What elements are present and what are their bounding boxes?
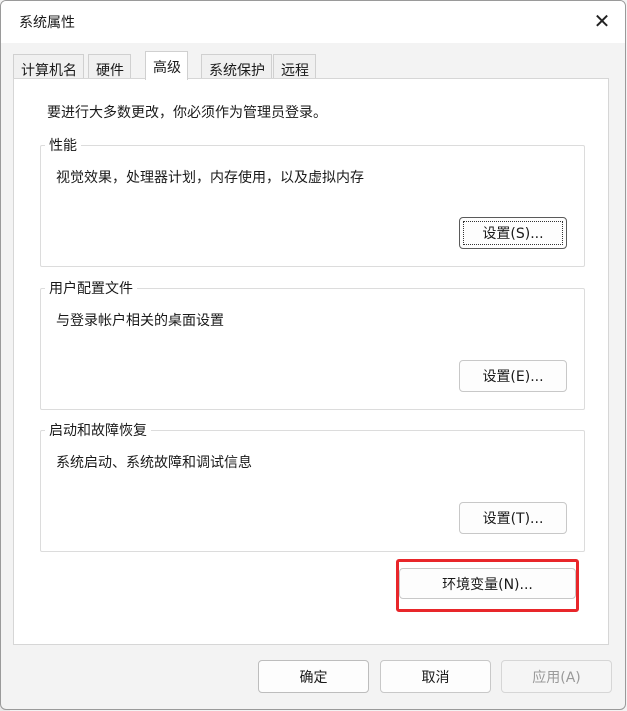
admin-note: 要进行大多数更改，你必须作为管理员登录。 <box>47 105 327 121</box>
ok-button[interactable]: 确定 <box>258 660 369 693</box>
highlight-annotation-box <box>396 559 579 612</box>
performance-group: 性能 视觉效果，处理器计划，内存使用，以及虚拟内存 设置(S)... <box>40 135 585 267</box>
user-profiles-description: 与登录帐户相关的桌面设置 <box>56 313 224 329</box>
tab-system-protection[interactable]: 系统保护 <box>201 54 272 79</box>
startup-recovery-title: 启动和故障恢复 <box>45 420 151 440</box>
startup-recovery-group: 启动和故障恢复 系统启动、系统故障和调试信息 设置(T)... <box>40 420 585 552</box>
startup-recovery-settings-button[interactable]: 设置(T)... <box>459 502 567 534</box>
tab-remote[interactable]: 远程 <box>273 54 316 79</box>
cancel-button[interactable]: 取消 <box>380 660 491 693</box>
tab-computer-name[interactable]: 计算机名 <box>13 54 84 79</box>
user-profiles-group: 用户配置文件 与登录帐户相关的桌面设置 设置(E)... <box>40 278 585 410</box>
performance-description: 视觉效果，处理器计划，内存使用，以及虚拟内存 <box>56 170 364 186</box>
user-profiles-settings-button[interactable]: 设置(E)... <box>459 360 567 392</box>
window-title: 系统属性 <box>19 15 75 31</box>
tab-advanced[interactable]: 高级 <box>145 51 188 80</box>
apply-button[interactable]: 应用(A) <box>501 660 612 693</box>
performance-title: 性能 <box>45 135 81 155</box>
startup-recovery-description: 系统启动、系统故障和调试信息 <box>56 455 252 471</box>
title-bar: 系统属性 ✕ <box>1 1 625 43</box>
close-button[interactable]: ✕ <box>579 1 625 41</box>
tab-hardware[interactable]: 硬件 <box>88 54 131 79</box>
close-icon: ✕ <box>593 9 611 33</box>
system-properties-dialog: 系统属性 ✕ 计算机名 硬件 高级 系统保护 远程 要进行大多数更改，你必须作为… <box>0 0 626 710</box>
performance-settings-button[interactable]: 设置(S)... <box>459 217 567 249</box>
user-profiles-title: 用户配置文件 <box>45 278 137 298</box>
